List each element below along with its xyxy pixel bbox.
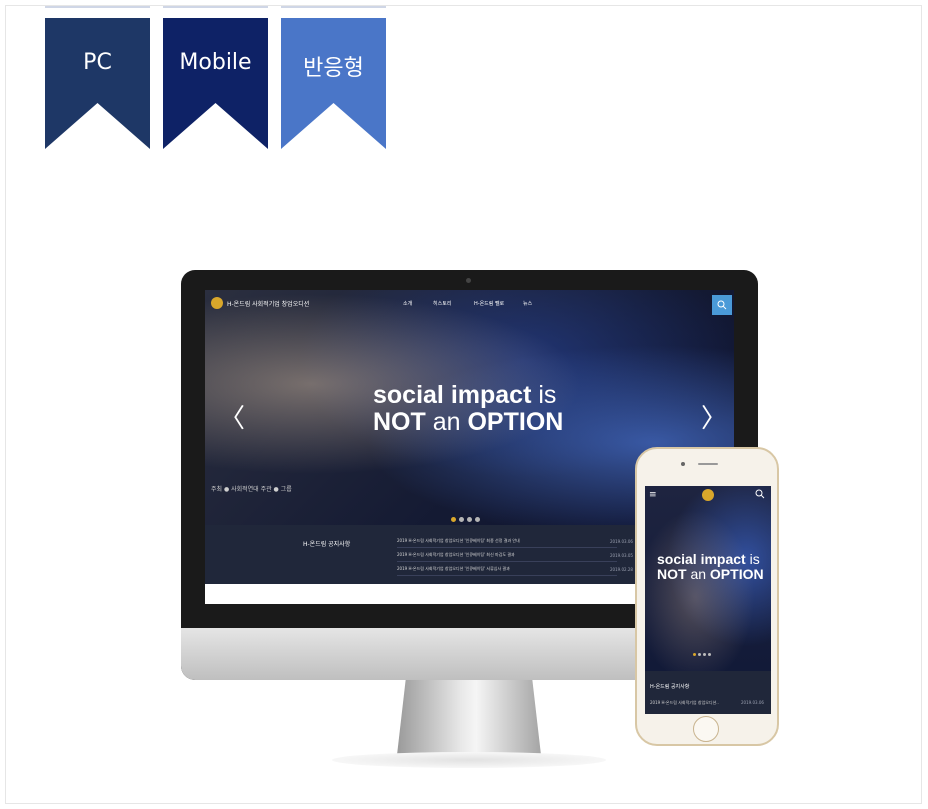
slogan-light: is (531, 381, 557, 409)
site-logo-icon[interactable] (211, 297, 223, 309)
monitor-base (332, 752, 606, 768)
next-slide-arrow-icon[interactable]: 〉 (701, 398, 727, 435)
notice-date: 2019.03.06 (610, 539, 633, 544)
monitor-stand (397, 680, 541, 755)
nav-item-about[interactable]: 소개 (403, 300, 412, 307)
mobile-notice-section: H-온드림 공지사항 2019 H-온드림 사회적기업 창업오디션.. 2019… (645, 671, 771, 714)
search-button[interactable] (712, 295, 732, 315)
tab-responsive[interactable]: 반응형 (281, 6, 386, 149)
notice-row[interactable]: 2019 H-온드림 사회적기업 창업오디션 '인큐베이팅' 최종 선정 결과 … (397, 535, 617, 548)
slide-dot[interactable] (703, 653, 706, 656)
mobile-hero-slogan: social impact is NOT an OPTION (657, 552, 764, 582)
tab-label: PC (83, 50, 112, 75)
slogan-bold: NOT (373, 408, 426, 436)
prev-slide-arrow-icon[interactable]: 〈 (219, 398, 245, 435)
tab-top-line (45, 6, 150, 8)
phone-speaker (698, 463, 718, 465)
slogan-bold: OPTION (709, 566, 764, 582)
ribbon-shape (281, 18, 386, 149)
slide-dot[interactable] (708, 653, 711, 656)
notice-row[interactable]: 2019 H-온드림 사회적기업 창업오디션.. (650, 700, 719, 706)
nav-item-history[interactable]: 히스토리 (433, 300, 451, 307)
notice-row[interactable]: 2019 H-온드림 사회적기업 창업오디션 '인큐베이팅' 서류심사 결과 (397, 563, 617, 576)
hero-slogan: social impact is NOT an OPTION (373, 382, 563, 436)
notice-date: 2019.03.05 (610, 553, 633, 558)
nav-item-news[interactable]: 뉴스 (523, 300, 532, 307)
notice-date: 2019.03.06 (741, 700, 764, 705)
ribbon-shape (45, 18, 150, 149)
tab-label: Mobile (179, 50, 252, 75)
phone-home-button[interactable] (693, 716, 719, 742)
slide-dot[interactable] (475, 517, 480, 522)
slogan-bold: social impact (657, 551, 746, 567)
desktop-nav: H-온드림 사회적기업 창업오디션 소개 히스토리 H-온드림 펠로 뉴스 (205, 290, 734, 318)
nav-item-fellow[interactable]: H-온드림 펠로 (474, 300, 504, 307)
tab-label: 반응형 (303, 56, 364, 81)
slide-dot[interactable] (451, 517, 456, 522)
slogan-bold: NOT (657, 566, 687, 582)
sponsor-logos: 주최 ● 사회적연대 주관 ● 그룹 (211, 486, 292, 493)
slide-dot[interactable] (698, 653, 701, 656)
mobile-screen: ≡ social impact is NOT an OPTION H-온드림 공… (645, 486, 771, 714)
monitor-camera (466, 278, 471, 283)
slogan-light: is (745, 551, 760, 567)
slogan-bold: OPTION (467, 408, 564, 436)
search-icon[interactable] (755, 489, 765, 499)
slide-dot[interactable] (459, 517, 464, 522)
notice-date: 2019.02.28 (610, 567, 633, 572)
mobile-slide-pagination (693, 641, 713, 660)
notice-row[interactable]: 2019 H-온드림 사회적기업 창업오디션 '인큐베이팅' 최신 마감도 결과 (397, 549, 617, 562)
slogan-light: an (686, 566, 710, 582)
ribbon-shape (163, 18, 268, 149)
slide-dot[interactable] (467, 517, 472, 522)
mobile-logo-icon[interactable] (702, 489, 714, 501)
slogan-light: an (425, 408, 468, 436)
tab-top-line (163, 6, 268, 8)
hamburger-menu-icon[interactable]: ≡ (649, 490, 657, 500)
slide-pagination (451, 507, 483, 526)
slide-dot[interactable] (693, 653, 696, 656)
notice-title: H-온드림 공지사항 (303, 541, 351, 548)
site-name[interactable]: H-온드림 사회적기업 창업오디션 (227, 299, 309, 308)
slogan-bold: social impact (373, 381, 532, 409)
phone-camera (681, 462, 685, 466)
tab-top-line (281, 6, 386, 8)
tab-pc[interactable]: PC (45, 6, 150, 149)
search-icon (717, 300, 727, 310)
tab-mobile[interactable]: Mobile (163, 6, 268, 149)
notice-title: H-온드림 공지사항 (650, 684, 690, 690)
